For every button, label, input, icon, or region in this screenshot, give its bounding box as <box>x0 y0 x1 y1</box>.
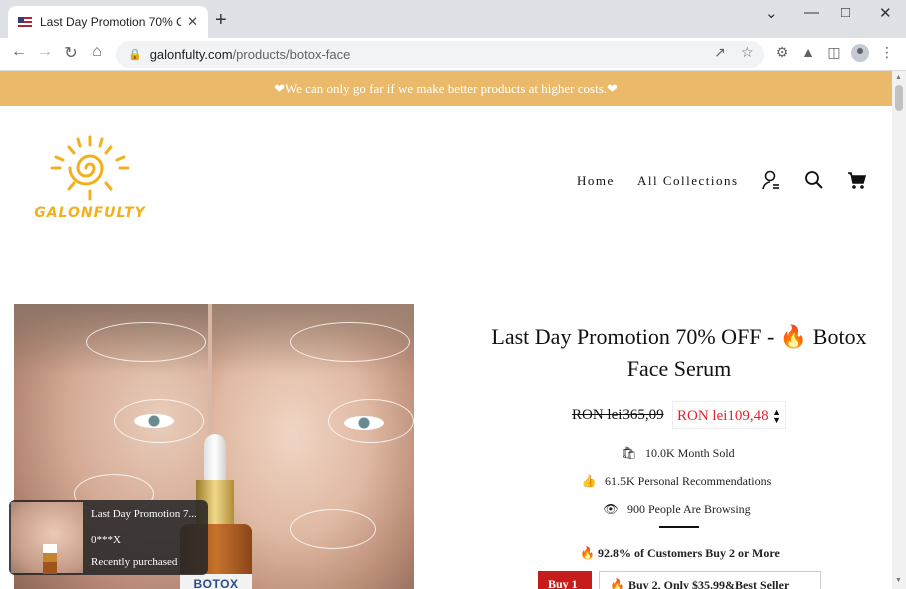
side-panel-icon[interactable]: ◫ <box>825 44 843 61</box>
reload-icon[interactable]: ↻ <box>60 43 82 63</box>
profile-avatar[interactable] <box>851 44 869 62</box>
url-path: /products/botox-face <box>232 47 351 62</box>
url-domain: galonfulty.com <box>149 47 233 62</box>
tab-search-icon[interactable]: ⌄ <box>765 4 778 22</box>
popup-buyer: 0***X <box>91 534 121 546</box>
sun-logo-icon <box>50 135 130 201</box>
thumbs-up-icon: 👍 <box>581 474 597 488</box>
scroll-up-icon[interactable]: ▲ <box>895 74 902 81</box>
new-tab-button[interactable]: + <box>215 10 227 30</box>
maximize-button[interactable]: □ <box>841 4 850 21</box>
extensions-icon[interactable]: ⚙ <box>773 44 791 61</box>
stat-month-sold: 🛍 10.0K Month Sold <box>621 446 735 460</box>
eye-icon: 👁 <box>603 502 619 516</box>
address-bar[interactable]: 🔒 galonfulty.com/products/botox-face <box>116 41 764 68</box>
browser-toolbar: ← → ↻ ⌂ 🔒 galonfulty.com/products/botox-… <box>0 38 906 71</box>
tab-title: Last Day Promotion 70% OFF - 🔥 <box>40 15 182 29</box>
stat-recommendations: 👍 61.5K Personal Recommendations <box>581 474 772 488</box>
popup-title: Last Day Promotion 7... <box>91 508 197 520</box>
nav-all-collections-link[interactable]: All Collections <box>637 173 739 189</box>
search-icon[interactable] <box>803 169 825 191</box>
divider <box>659 526 699 528</box>
labs-flask-icon[interactable]: ▲ <box>799 44 817 60</box>
fire-icon: 🔥 <box>779 324 808 349</box>
tab-close-icon[interactable]: ✕ <box>187 14 198 30</box>
logo-text: GALONFULTY <box>34 205 146 221</box>
stat-browsing: 👁 900 People Are Browsing <box>603 502 751 516</box>
product-title: Last Day Promotion 70% OFF - 🔥 Botox Fac… <box>491 324 867 381</box>
sale-price: RON lei109,48 <box>677 408 769 424</box>
forward-icon[interactable]: → <box>34 43 56 61</box>
minimize-button[interactable]: — <box>804 4 819 21</box>
original-price: RON lei365,09 <box>572 407 664 423</box>
browser-tab[interactable]: Last Day Promotion 70% OFF - 🔥 ✕ <box>8 6 208 38</box>
us-flag-icon <box>18 17 32 27</box>
sort-arrows-icon: ▲ ▼ <box>772 407 781 425</box>
account-icon[interactable] <box>760 169 782 191</box>
nav-home-link[interactable]: Home <box>577 173 615 189</box>
popup-status: Recently purchased <box>91 556 178 568</box>
browser-tab-strip: Last Day Promotion 70% OFF - 🔥 ✕ + ⌄ — □… <box>0 0 906 38</box>
site-logo[interactable]: GALONFULTY <box>32 133 148 225</box>
buy-2-option[interactable]: 🔥 Buy 2, Only $35.99&Best Seller <box>599 571 821 589</box>
recent-purchase-popup[interactable]: Last Day Promotion 7... 0***X Recently p… <box>9 500 208 575</box>
promo-banner: ❤We can only go far if we make better pr… <box>0 71 892 106</box>
bag-icon: 🛍 <box>621 446 637 460</box>
scrollbar-thumb[interactable] <box>895 85 903 111</box>
bookmark-star-icon[interactable]: ☆ <box>741 44 754 61</box>
popup-product-thumbnail <box>11 502 83 574</box>
page-scrollbar[interactable]: ▲ ▼ <box>892 71 906 589</box>
menu-dots-icon[interactable]: ⋮ <box>878 44 896 61</box>
back-icon[interactable]: ← <box>8 43 30 61</box>
sale-price-select[interactable]: RON lei109,48 ▲ ▼ <box>672 401 786 429</box>
cart-icon[interactable] <box>846 169 868 191</box>
home-icon[interactable]: ⌂ <box>86 43 108 61</box>
web-page: ❤We can only go far if we make better pr… <box>0 71 892 589</box>
bottle-label: BOTOX <box>180 574 252 589</box>
lock-icon: 🔒 <box>128 49 142 61</box>
fire-icon: 🔥 <box>580 546 595 560</box>
buy-1-option[interactable]: Buy 1 <box>538 571 592 589</box>
close-window-button[interactable]: ✕ <box>879 4 892 22</box>
share-icon[interactable]: ↗ <box>714 44 726 61</box>
fire-icon: 🔥 <box>610 578 625 589</box>
scroll-down-icon[interactable]: ▼ <box>895 577 902 584</box>
